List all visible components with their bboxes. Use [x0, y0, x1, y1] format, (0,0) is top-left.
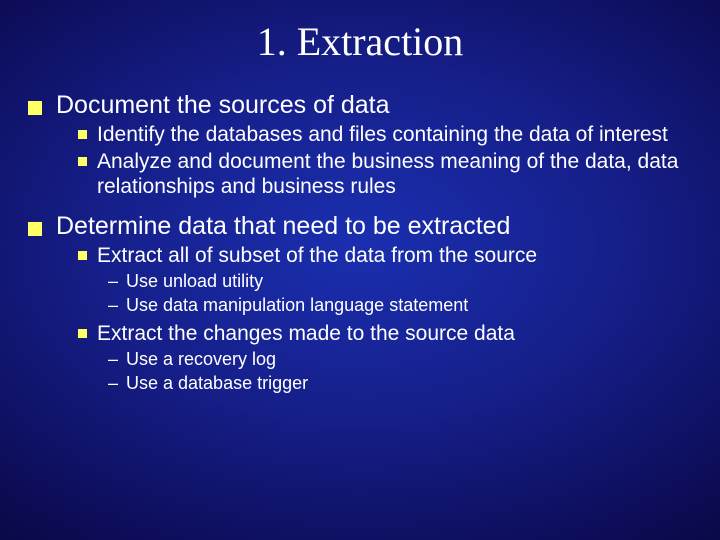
bullet-level3: – Use a recovery log [108, 348, 692, 371]
bullet-text: Use a database trigger [126, 372, 308, 395]
bullet-level2: Identify the databases and files contain… [78, 122, 692, 147]
slide-title: 1. Extraction [28, 18, 692, 65]
square-bullet-icon [78, 329, 87, 338]
dash-bullet-icon: – [108, 270, 122, 293]
bullet-level2: Extract the changes made to the source d… [78, 321, 692, 346]
bullet-level3: – Use unload utility [108, 270, 692, 293]
bullet-level1: Determine data that need to be extracted [28, 212, 692, 241]
bullet-text: Analyze and document the business meanin… [97, 149, 692, 199]
bullet-text: Identify the databases and files contain… [97, 122, 668, 147]
square-bullet-icon [78, 157, 87, 166]
bullet-text: Determine data that need to be extracted [56, 212, 510, 241]
bullet-text: Use a recovery log [126, 348, 276, 371]
bullet-level3: – Use a database trigger [108, 372, 692, 395]
bullet-text: Document the sources of data [56, 91, 390, 120]
square-bullet-icon [28, 222, 42, 236]
bullet-text: Use unload utility [126, 270, 263, 293]
bullet-text: Extract the changes made to the source d… [97, 321, 515, 346]
square-bullet-icon [28, 101, 42, 115]
square-bullet-icon [78, 130, 87, 139]
bullet-level2: Analyze and document the business meanin… [78, 149, 692, 199]
slide: 1. Extraction Document the sources of da… [0, 0, 720, 540]
dash-bullet-icon: – [108, 372, 122, 395]
dash-bullet-icon: – [108, 348, 122, 371]
bullet-text: Use data manipulation language statement [126, 294, 468, 317]
bullet-level1: Document the sources of data [28, 91, 692, 120]
dash-bullet-icon: – [108, 294, 122, 317]
square-bullet-icon [78, 251, 87, 260]
bullet-level3: – Use data manipulation language stateme… [108, 294, 692, 317]
bullet-level2: Extract all of subset of the data from t… [78, 243, 692, 268]
bullet-text: Extract all of subset of the data from t… [97, 243, 537, 268]
